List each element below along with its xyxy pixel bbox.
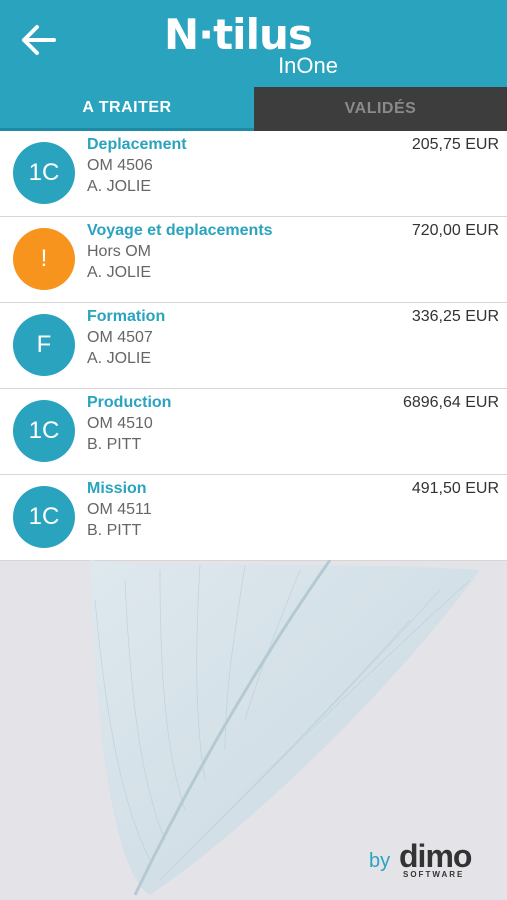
expense-list: 1C Deplacement OM 4506 A. JOLIE 205,75 E… (0, 131, 507, 561)
item-amount: 720,00 EUR (411, 222, 499, 239)
item-reference: OM 4510 (87, 415, 153, 432)
avatar: ! (13, 228, 75, 290)
item-title: Production (87, 394, 172, 411)
app-logo: N·tilus InOne (160, 10, 350, 80)
item-reference: OM 4511 (87, 501, 152, 518)
avatar: 1C (13, 486, 75, 548)
item-person: A. JOLIE (87, 264, 152, 281)
tab-bar: A TRAITER VALIDÉS (0, 87, 507, 131)
item-person: A. JOLIE (87, 178, 152, 195)
item-title: Formation (87, 308, 166, 325)
logo-sub-text: InOne (278, 53, 338, 78)
item-reference: OM 4507 (87, 329, 153, 346)
list-item[interactable]: F Formation OM 4507 A. JOLIE 336,25 EUR (0, 303, 507, 389)
item-amount: 336,25 EUR (411, 308, 499, 325)
item-title: Mission (87, 480, 147, 497)
item-person: A. JOLIE (87, 350, 152, 367)
item-reference: OM 4506 (87, 157, 153, 174)
app-header: N·tilus InOne (0, 0, 507, 87)
dimo-software-logo: by dimo SOFTWARE (369, 838, 489, 882)
list-item[interactable]: 1C Production OM 4510 B. PITT 6896,64 EU… (0, 389, 507, 475)
list-item[interactable]: 1C Mission OM 4511 B. PITT 491,50 EUR (0, 475, 507, 561)
footer-brand-sub-text: SOFTWARE (403, 870, 465, 879)
item-title: Voyage et deplacements (87, 222, 273, 239)
item-amount: 6896,64 EUR (402, 394, 499, 411)
tab-valides[interactable]: VALIDÉS (254, 87, 507, 131)
item-person: B. PITT (87, 436, 142, 453)
tab-a-traiter[interactable]: A TRAITER (0, 87, 254, 131)
list-item[interactable]: ! Voyage et deplacements Hors OM A. JOLI… (0, 217, 507, 303)
avatar: 1C (13, 142, 75, 204)
avatar: F (13, 314, 75, 376)
back-button[interactable] (18, 20, 62, 60)
item-amount: 491,50 EUR (411, 480, 499, 497)
item-person: B. PITT (87, 522, 142, 539)
arrow-left-icon (22, 25, 56, 55)
avatar: 1C (13, 400, 75, 462)
footer-by-text: by (369, 850, 391, 872)
list-item[interactable]: 1C Deplacement OM 4506 A. JOLIE 205,75 E… (0, 131, 507, 217)
item-amount: 205,75 EUR (411, 136, 499, 153)
item-reference: Hors OM (87, 243, 151, 260)
item-title: Deplacement (87, 136, 187, 153)
